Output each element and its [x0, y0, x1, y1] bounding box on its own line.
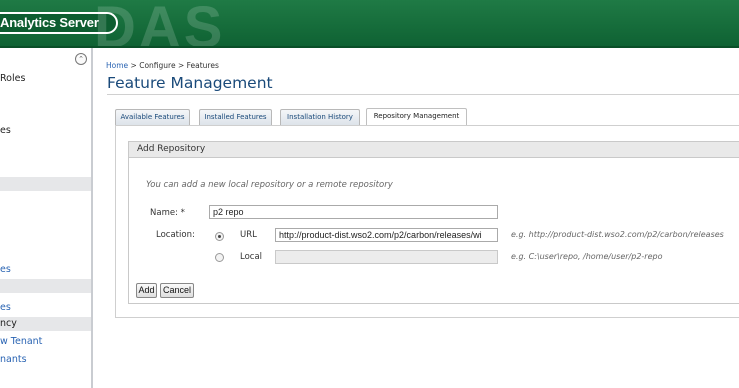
- app-header: Analytics Server DAS: [0, 0, 739, 60]
- local-hint: e.g. C:\user\repo, /home/user/p2-repo: [511, 252, 663, 261]
- chevron-up-icon[interactable]: ⌃: [75, 53, 87, 65]
- sidebar-section-band: [0, 279, 91, 293]
- repository-name-input[interactable]: p2 repo: [209, 205, 498, 219]
- sidebar-item-add-new-tenant[interactable]: w Tenant: [0, 335, 91, 349]
- breadcrumb-trail: > Configure > Features: [128, 61, 219, 70]
- cancel-button[interactable]: Cancel: [160, 283, 194, 298]
- tab-available-features[interactable]: Available Features: [115, 109, 190, 125]
- sidebar-section-band: [0, 177, 91, 191]
- main-content: Home > Configure > Features Feature Mana…: [93, 48, 739, 388]
- title-divider: [107, 94, 739, 95]
- local-option-label: Local: [240, 252, 263, 262]
- sidebar-item-tenancy: ncy: [0, 317, 91, 331]
- tab-installation-history[interactable]: Installation History: [280, 109, 360, 125]
- page-title: Feature Management: [107, 74, 273, 92]
- sidebar-item-es-link[interactable]: es: [0, 263, 91, 277]
- sidebar: ⌃ Roles es es es ncy w Tenant nants: [0, 48, 93, 388]
- breadcrumb: Home > Configure > Features: [106, 61, 219, 70]
- tab-repository-management[interactable]: Repository Management: [366, 108, 467, 126]
- url-hint: e.g. http://product-dist.wso2.com/p2/car…: [511, 230, 724, 239]
- url-radio[interactable]: [215, 232, 224, 241]
- add-repository-info: You can add a new local repository or a …: [146, 180, 393, 190]
- repository-local-input[interactable]: [275, 250, 498, 264]
- sidebar-item-es-link[interactable]: es: [0, 301, 91, 315]
- add-button[interactable]: Add: [136, 283, 157, 298]
- add-repository-header: Add Repository: [128, 141, 739, 158]
- local-radio[interactable]: [215, 253, 224, 262]
- url-option-label: URL: [240, 230, 257, 240]
- tab-installed-features[interactable]: Installed Features: [199, 109, 272, 125]
- breadcrumb-home-link[interactable]: Home: [106, 61, 128, 70]
- sidebar-item-view-tenants[interactable]: nants: [0, 353, 91, 367]
- sidebar-item-roles[interactable]: Roles: [0, 72, 91, 86]
- sidebar-item-es[interactable]: es: [0, 124, 91, 138]
- name-label: Name: *: [150, 208, 185, 218]
- location-label: Location:: [156, 230, 195, 240]
- brand-name: Analytics Server: [0, 15, 99, 30]
- repository-url-input[interactable]: http://product-dist.wso2.com/p2/carbon/r…: [275, 228, 498, 242]
